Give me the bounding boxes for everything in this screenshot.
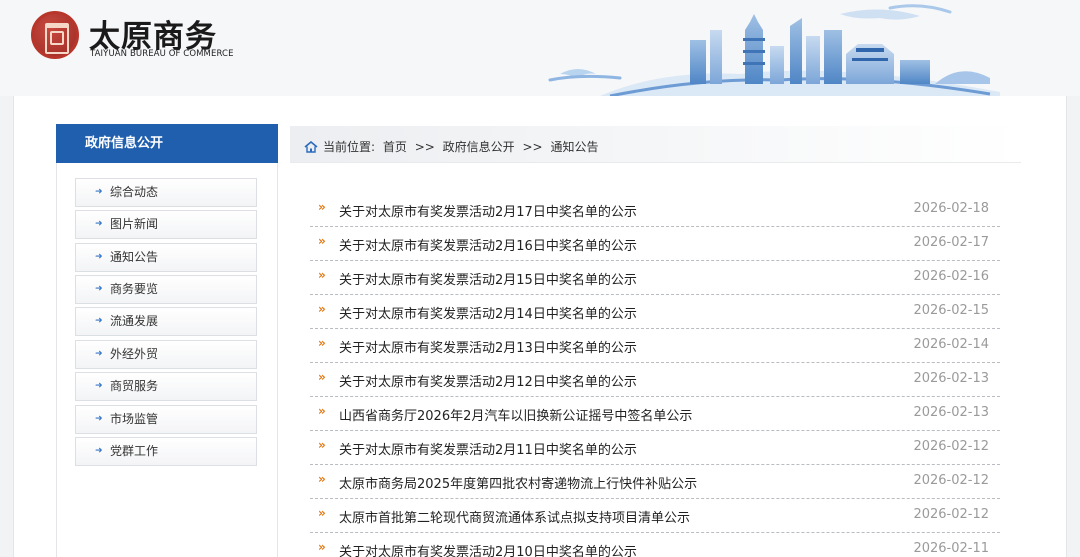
news-title-link[interactable]: 太原市首批第二轮现代商贸流通体系试点拟支持项目清单公示 <box>339 507 690 526</box>
news-date: 2026-02-16 <box>913 269 989 284</box>
double-chevron-icon: » <box>318 540 326 554</box>
arrow-icon: ➜ <box>95 187 103 197</box>
arrow-icon: ➜ <box>95 381 103 391</box>
arrow-icon: ➜ <box>95 349 103 359</box>
news-row: » 关于对太原市有奖发票活动2月14日中奖名单的公示 2026-02-15 <box>310 295 1000 329</box>
site-logo[interactable]: 太原商务 TAIYUAN BUREAU OF COMMERCE <box>31 11 261 61</box>
news-title-link[interactable]: 关于对太原市有奖发票活动2月16日中奖名单的公示 <box>339 235 637 254</box>
arrow-icon: ➜ <box>95 446 103 456</box>
sidebar-item-图片新闻[interactable]: ➜ 图片新闻 <box>75 210 257 239</box>
breadcrumb-prefix: 当前位置: <box>323 140 376 154</box>
double-chevron-icon: » <box>318 268 326 282</box>
news-date: 2026-02-12 <box>913 507 989 522</box>
breadcrumb: 当前位置: 首页 >> 政府信息公开 >> 通知公告 <box>290 126 1021 163</box>
sidebar-title: 政府信息公开 <box>56 124 278 163</box>
news-row: » 关于对太原市有奖发票活动2月11日中奖名单的公示 2026-02-12 <box>310 431 1000 465</box>
sidebar-item-通知公告[interactable]: ➜ 通知公告 <box>75 243 257 272</box>
double-chevron-icon: » <box>318 234 326 248</box>
sidebar-item-label: 通知公告 <box>110 250 159 264</box>
double-chevron-icon: » <box>318 336 326 350</box>
news-title-link[interactable]: 关于对太原市有奖发票活动2月12日中奖名单的公示 <box>339 371 637 390</box>
double-chevron-icon: » <box>318 472 326 486</box>
news-date: 2026-02-12 <box>913 439 989 454</box>
breadcrumb-section-link[interactable]: 政府信息公开 <box>443 140 515 154</box>
news-date: 2026-02-13 <box>913 371 989 386</box>
seal-logo-icon <box>31 11 79 59</box>
logo-english-name: TAIYUAN BUREAU OF COMMERCE <box>90 49 234 59</box>
news-title-link[interactable]: 关于对太原市有奖发票活动2月14日中奖名单的公示 <box>339 303 637 322</box>
news-row: » 关于对太原市有奖发票活动2月15日中奖名单的公示 2026-02-16 <box>310 261 1000 295</box>
sidebar-item-label: 外经外贸 <box>110 347 159 361</box>
arrow-icon: ➜ <box>95 316 103 326</box>
sidebar-item-label: 市场监管 <box>110 412 159 426</box>
sidebar-item-综合动态[interactable]: ➜ 综合动态 <box>75 178 257 207</box>
breadcrumb-current[interactable]: 通知公告 <box>550 140 598 154</box>
breadcrumb-separator: >> <box>414 140 435 154</box>
news-title-link[interactable]: 关于对太原市有奖发票活动2月17日中奖名单的公示 <box>339 201 637 220</box>
double-chevron-icon: » <box>318 302 326 316</box>
sidebar-item-label: 商贸服务 <box>110 379 159 393</box>
sidebar-item-label: 党群工作 <box>110 444 159 458</box>
double-chevron-icon: » <box>318 404 326 418</box>
sidebar-item-外经外贸[interactable]: ➜ 外经外贸 <box>75 340 257 369</box>
news-title-link[interactable]: 关于对太原市有奖发票活动2月15日中奖名单的公示 <box>339 269 637 288</box>
news-date: 2026-02-13 <box>913 405 989 420</box>
news-row: » 山西省商务厅2026年2月汽车以旧换新公证摇号中签名单公示 2026-02-… <box>310 397 1000 431</box>
double-chevron-icon: » <box>318 370 326 384</box>
arrow-icon: ➜ <box>95 284 103 294</box>
home-icon <box>304 141 318 153</box>
sidebar-item-市场监管[interactable]: ➜ 市场监管 <box>75 405 257 434</box>
sidebar-item-label: 流通发展 <box>110 314 159 328</box>
news-row: » 太原市商务局2025年度第四批农村寄递物流上行快件补贴公示 2026-02-… <box>310 465 1000 499</box>
news-date: 2026-02-18 <box>913 201 989 216</box>
news-date: 2026-02-11 <box>913 541 989 556</box>
arrow-icon: ➜ <box>95 414 103 424</box>
sidebar-item-商贸服务[interactable]: ➜ 商贸服务 <box>75 372 257 401</box>
news-row: » 太原市首批第二轮现代商贸流通体系试点拟支持项目清单公示 2026-02-12 <box>310 499 1000 533</box>
sidebar-item-label: 综合动态 <box>110 185 159 199</box>
skyline-banner-icon <box>548 4 1000 96</box>
sidebar-item-商务要览[interactable]: ➜ 商务要览 <box>75 275 257 304</box>
double-chevron-icon: » <box>318 200 326 214</box>
arrow-icon: ➜ <box>95 219 103 229</box>
news-title-link[interactable]: 太原市商务局2025年度第四批农村寄递物流上行快件补贴公示 <box>339 473 697 492</box>
breadcrumb-home-link[interactable]: 首页 <box>383 140 407 154</box>
news-title-link[interactable]: 山西省商务厅2026年2月汽车以旧换新公证摇号中签名单公示 <box>339 405 692 424</box>
arrow-icon: ➜ <box>95 252 103 262</box>
sidebar-item-label: 商务要览 <box>110 282 159 296</box>
news-title-link[interactable]: 关于对太原市有奖发票活动2月10日中奖名单的公示 <box>339 541 637 557</box>
sidebar-item-流通发展[interactable]: ➜ 流通发展 <box>75 307 257 336</box>
news-row: » 关于对太原市有奖发票活动2月17日中奖名单的公示 2026-02-18 <box>310 193 1000 227</box>
news-row: » 关于对太原市有奖发票活动2月10日中奖名单的公示 2026-02-11 <box>310 533 1000 557</box>
site-header: 太原商务 TAIYUAN BUREAU OF COMMERCE <box>0 0 1080 96</box>
news-date: 2026-02-17 <box>913 235 989 250</box>
news-date: 2026-02-12 <box>913 473 989 488</box>
sidebar-item-label: 图片新闻 <box>110 217 159 231</box>
news-title-link[interactable]: 关于对太原市有奖发票活动2月13日中奖名单的公示 <box>339 337 637 356</box>
news-date: 2026-02-15 <box>913 303 989 318</box>
news-date: 2026-02-14 <box>913 337 989 352</box>
news-title-link[interactable]: 关于对太原市有奖发票活动2月11日中奖名单的公示 <box>339 439 637 458</box>
double-chevron-icon: » <box>318 438 326 452</box>
news-row: » 关于对太原市有奖发票活动2月12日中奖名单的公示 2026-02-13 <box>310 363 1000 397</box>
breadcrumb-separator: >> <box>522 140 543 154</box>
news-row: » 关于对太原市有奖发票活动2月16日中奖名单的公示 2026-02-17 <box>310 227 1000 261</box>
double-chevron-icon: » <box>318 506 326 520</box>
sidebar-item-党群工作[interactable]: ➜ 党群工作 <box>75 437 257 466</box>
news-row: » 关于对太原市有奖发票活动2月13日中奖名单的公示 2026-02-14 <box>310 329 1000 363</box>
